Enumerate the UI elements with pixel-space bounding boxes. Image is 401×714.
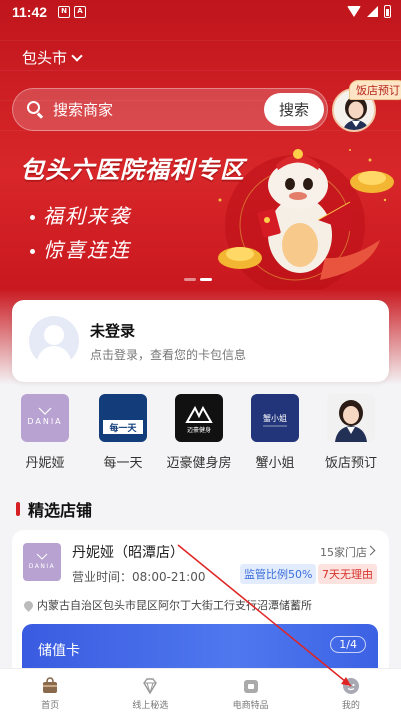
notification-a-icon: A [74, 6, 86, 18]
brand-label: 丹妮娅 [25, 456, 65, 471]
search-button[interactable]: 搜索 [264, 93, 324, 126]
meiyitian-logo-icon: 每一天 [99, 394, 147, 442]
brand-item-maihao-gym[interactable]: 迈豪健身 迈豪健身房 [164, 394, 234, 471]
tab-home[interactable]: 首页 [0, 669, 100, 714]
banner-dragon-illustration[interactable] [200, 140, 400, 290]
svg-text:每一天: 每一天 [109, 422, 137, 434]
status-time: 11:42 [12, 4, 48, 20]
chevron-down-icon [71, 49, 83, 62]
receptionist-logo-icon [327, 394, 375, 442]
city-label: 包头市 [22, 49, 68, 67]
tab-label: 电商特品 [232, 701, 269, 711]
banner-dot-active [200, 278, 212, 281]
banner-line-1: 福利来袭 [30, 200, 131, 229]
svg-text:DANIA: DANIA [29, 563, 55, 570]
default-avatar-icon [29, 316, 79, 366]
brand-label: 每一天 [103, 456, 143, 471]
bottom-tab-bar: 首页 线上秘选 电商特品 我的 [0, 668, 401, 714]
search-bar: 搜索 [12, 88, 328, 131]
store-branch-count[interactable]: 15家门店 [320, 544, 367, 560]
tab-mine[interactable]: 我的 [301, 669, 401, 714]
diamond-icon [141, 677, 159, 695]
user-face-icon [342, 677, 360, 695]
login-title: 未登录 [90, 322, 136, 340]
section-title-text: 精选店铺 [28, 501, 93, 520]
banner-line-2: 惊喜连连 [30, 234, 131, 263]
brand-item-meiyitian[interactable]: 每一天 每一天 [88, 394, 158, 471]
banner-pagination [184, 278, 212, 281]
tab-ecommerce[interactable]: 电商特品 [201, 669, 301, 714]
status-notification-icons: N A [58, 6, 86, 18]
tab-online-picks[interactable]: 线上秘选 [100, 669, 200, 714]
value-card-title: 储值卡 [38, 643, 80, 659]
brand-label: 蟹小姐 [255, 456, 295, 471]
brand-item-hotel-booking[interactable]: 饭店预订 [316, 394, 386, 471]
section-accent-bar [16, 502, 20, 516]
brand-item-xiexiaojie[interactable]: 蟹小姐 蟹小姐 [240, 394, 310, 471]
hotel-booking-tag[interactable]: 饭店预订 [349, 80, 401, 100]
notification-n-icon: N [58, 6, 70, 18]
svg-text:DANIA: DANIA [27, 417, 62, 426]
search-input[interactable] [53, 97, 233, 123]
brand-shortcuts: DANIA 丹妮娅 每一天 每一天 迈豪健身 迈豪健身房 蟹小姐 蟹小姐 饭店预… [0, 394, 401, 480]
store-address: 内蒙古自治区包头市昆区阿尔丁大街工行支行沼潭储蓄所 [22, 597, 312, 613]
shop-icon [242, 677, 260, 695]
status-system-icons [347, 5, 391, 18]
svg-text:迈豪健身: 迈豪健身 [187, 426, 211, 434]
store-name: 丹妮娅（昭潭店） [72, 545, 184, 561]
svg-text:蟹小姐: 蟹小姐 [263, 413, 287, 423]
brand-label: 迈豪健身房 [166, 456, 232, 471]
store-logo-icon: DANIA [23, 543, 61, 581]
chevron-right-icon[interactable] [365, 545, 376, 556]
xiexiaojie-logo-icon: 蟹小姐 [251, 394, 299, 442]
login-subtitle: 点击登录，查看您的卡包信息 [90, 348, 247, 362]
section-title: 精选店铺 [16, 497, 92, 521]
tab-label: 首页 [41, 701, 60, 711]
search-icon [27, 101, 44, 119]
signal-icon [367, 6, 378, 17]
dania-logo-icon: DANIA [21, 394, 69, 442]
refund-policy-badge: 7天无理由 [318, 564, 377, 584]
status-bar: 11:42 N A [0, 0, 401, 26]
store-address-text: 内蒙古自治区包头市昆区阿尔丁大街工行支行沼潭储蓄所 [37, 599, 312, 612]
banner-dot [184, 278, 196, 281]
battery-icon [384, 5, 391, 18]
wifi-icon [347, 6, 361, 17]
maihao-gym-logo-icon: 迈豪健身 [175, 394, 223, 442]
login-card[interactable]: 未登录 点击登录，查看您的卡包信息 [12, 300, 389, 382]
tab-label: 我的 [341, 701, 360, 711]
brand-item-dania[interactable]: DANIA 丹妮娅 [10, 394, 80, 471]
city-selector[interactable]: 包头市 [22, 47, 83, 68]
brand-label: 饭店预订 [324, 456, 377, 471]
value-card-page-indicator: 1/4 [330, 636, 366, 653]
supervision-ratio-badge: 监管比例50% [240, 564, 317, 584]
tab-label: 线上秘选 [132, 701, 169, 711]
store-hours: 营业时间：08:00-21:00 [72, 570, 206, 584]
location-pin-icon [22, 598, 35, 612]
home-bag-icon [41, 677, 59, 695]
